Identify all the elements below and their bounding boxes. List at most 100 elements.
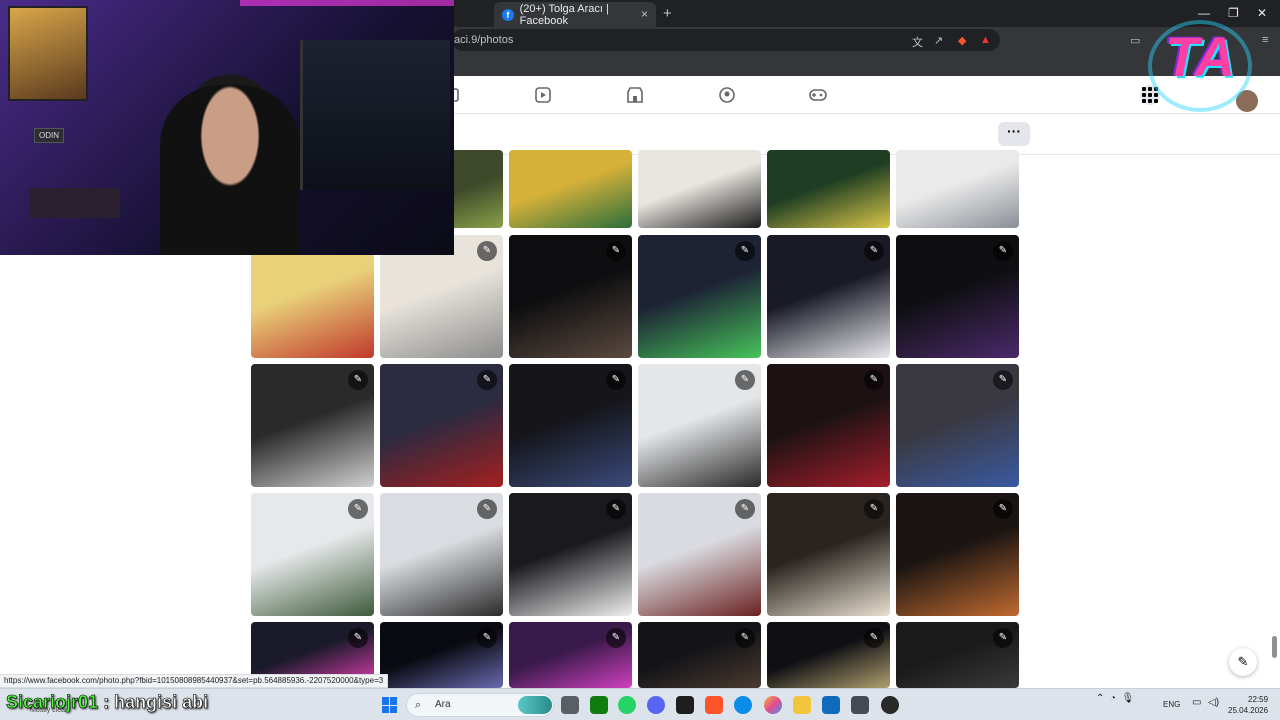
edit-photo-icon[interactable]: ✎: [993, 628, 1013, 648]
photo-thumbnail[interactable]: ✎: [509, 493, 632, 616]
edit-photo-icon[interactable]: ✎: [864, 628, 884, 648]
photo-thumbnail[interactable]: ✎: [896, 235, 1019, 358]
browser-menu-icon[interactable]: ≡: [1262, 34, 1268, 46]
edit-photo-icon[interactable]: ✎: [606, 241, 626, 261]
edit-photo-icon[interactable]: ✎: [735, 370, 755, 390]
edit-photo-icon[interactable]: ✎: [993, 499, 1013, 519]
tab-close-icon[interactable]: ×: [641, 7, 648, 21]
edit-photo-icon[interactable]: ✎: [606, 499, 626, 519]
taskbar-clock[interactable]: 22:59 25.04.2026: [1228, 694, 1268, 716]
background-window: [300, 40, 450, 190]
edit-photo-icon[interactable]: ✎: [348, 628, 368, 648]
brave-browser-icon[interactable]: [705, 696, 723, 714]
outlook-icon[interactable]: [822, 696, 840, 714]
logo-text: TA: [1164, 25, 1236, 88]
photo-thumbnail[interactable]: ✎: [638, 493, 761, 616]
photo-thumbnail[interactable]: [509, 150, 632, 228]
url-text: aci.9/photos: [454, 34, 514, 46]
edit-photo-icon[interactable]: ✎: [606, 370, 626, 390]
discord-icon[interactable]: [647, 696, 665, 714]
photo-thumbnail[interactable]: ✎: [380, 493, 503, 616]
volume-icon[interactable]: ◁): [1208, 697, 1219, 708]
wall-poster: [8, 6, 88, 101]
tab-title: (20+) Tolga Aracı | Facebook: [519, 2, 609, 27]
language-indicator[interactable]: ENG: [1163, 700, 1180, 709]
translate-icon[interactable]: 文: [912, 34, 923, 50]
edit-photo-icon[interactable]: ✎: [864, 499, 884, 519]
new-message-button[interactable]: ✎: [1229, 648, 1257, 676]
photo-thumbnail[interactable]: [896, 150, 1019, 228]
share-icon[interactable]: ↗: [934, 34, 943, 47]
edit-photo-icon[interactable]: ✎: [993, 370, 1013, 390]
edit-photo-icon[interactable]: ✎: [348, 370, 368, 390]
more-options-button[interactable]: ···: [998, 122, 1030, 146]
edit-photo-icon[interactable]: ✎: [477, 241, 497, 261]
search-placeholder: Ara: [435, 699, 451, 710]
edit-photo-icon[interactable]: ✎: [993, 241, 1013, 261]
photo-thumbnail[interactable]: ✎: [380, 622, 503, 688]
copilot-icon[interactable]: [764, 696, 782, 714]
odin-sign: ODIN: [34, 128, 64, 143]
new-tab-button[interactable]: +: [663, 5, 672, 22]
photo-thumbnail[interactable]: ✎: [896, 622, 1019, 688]
brave-shields-icon[interactable]: ◆: [958, 34, 966, 47]
marketplace-icon[interactable]: [626, 86, 644, 104]
store-icon[interactable]: [851, 696, 869, 714]
sidebar-icon[interactable]: ▭: [1130, 34, 1140, 47]
photo-thumbnail[interactable]: ✎: [767, 493, 890, 616]
widget-icon[interactable]: [518, 696, 552, 714]
whatsapp-icon[interactable]: [618, 696, 636, 714]
edit-photo-icon[interactable]: ✎: [348, 499, 368, 519]
edit-photo-icon[interactable]: ✎: [735, 241, 755, 261]
page-scrollbar-thumb[interactable]: [1272, 636, 1277, 658]
photo-thumbnail[interactable]: ✎: [509, 364, 632, 487]
photo-thumbnail[interactable]: ✎: [638, 622, 761, 688]
edit-photo-icon[interactable]: ✎: [477, 499, 497, 519]
edit-photo-icon[interactable]: ✎: [477, 628, 497, 648]
photo-thumbnail[interactable]: [638, 150, 761, 228]
gaming-icon[interactable]: [809, 86, 827, 104]
photo-thumbnail[interactable]: ✎: [251, 493, 374, 616]
search-icon: ⌕: [415, 699, 422, 711]
photo-thumbnail[interactable]: ✎: [509, 235, 632, 358]
edit-photo-icon[interactable]: ✎: [477, 370, 497, 390]
edit-photo-icon[interactable]: ✎: [864, 241, 884, 261]
link-status-url: https://www.facebook.com/photo.php?fbid=…: [0, 674, 389, 688]
photo-thumbnail[interactable]: ✎: [638, 235, 761, 358]
brave-rewards-icon[interactable]: ▲: [980, 34, 991, 46]
chat-username: Sicariojr01: [6, 692, 99, 713]
browser-tab-facebook[interactable]: f (20+) Tolga Aracı | Facebook ×: [494, 2, 656, 27]
photo-thumbnail[interactable]: ✎: [767, 364, 890, 487]
photo-thumbnail[interactable]: [767, 150, 890, 228]
terminal-icon[interactable]: [676, 696, 694, 714]
clock-time: 22:59: [1248, 695, 1269, 704]
task-view-icon[interactable]: [561, 696, 579, 714]
edit-photo-icon[interactable]: ✎: [735, 628, 755, 648]
background-shelf: [30, 188, 120, 218]
photo-thumbnail[interactable]: ✎: [638, 364, 761, 487]
photo-thumbnail[interactable]: ✎: [896, 493, 1019, 616]
streamer-figure: [160, 85, 300, 255]
photo-thumbnail[interactable]: ✎: [251, 364, 374, 487]
windows-start-icon[interactable]: [382, 697, 398, 713]
photo-thumbnail[interactable]: ✎: [767, 235, 890, 358]
network-icon[interactable]: ▭: [1192, 697, 1201, 708]
edit-photo-icon[interactable]: ✎: [606, 628, 626, 648]
edit-photo-icon[interactable]: ✎: [864, 370, 884, 390]
xbox-icon[interactable]: [590, 696, 608, 714]
chat-text: : hangisi abi: [98, 692, 209, 713]
video-icon[interactable]: [534, 86, 552, 104]
groups-icon[interactable]: [718, 86, 736, 104]
file-explorer-icon[interactable]: [793, 696, 811, 714]
photo-thumbnail[interactable]: ✎: [380, 364, 503, 487]
photo-thumbnail[interactable]: ✎: [767, 622, 890, 688]
facebook-favicon-icon: f: [502, 8, 514, 21]
edit-photo-icon[interactable]: ✎: [735, 499, 755, 519]
edge-icon[interactable]: [734, 696, 752, 714]
photo-thumbnail[interactable]: [451, 150, 503, 228]
steam-icon[interactable]: [881, 696, 899, 714]
system-tray[interactable]: ⌃ ◔ 🎙: [1096, 693, 1134, 704]
channel-logo: TA: [1140, 16, 1260, 116]
photo-thumbnail[interactable]: ✎: [509, 622, 632, 688]
photo-thumbnail[interactable]: ✎: [896, 364, 1019, 487]
